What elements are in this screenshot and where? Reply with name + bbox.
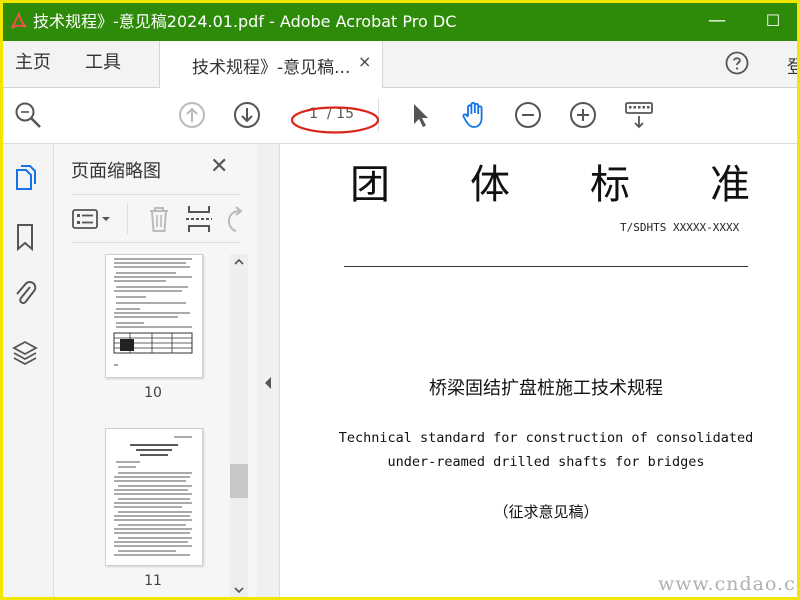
header-rule xyxy=(344,266,748,267)
thumbnail-options-icon[interactable] xyxy=(71,202,115,236)
panel-close-button[interactable]: ✕ xyxy=(210,154,228,179)
zoom-search-icon[interactable] xyxy=(13,100,43,130)
attachment-icon[interactable] xyxy=(12,278,38,308)
title-bar: 技术规程》-意见稿2024.01.pdf - Adobe Acrobat Pro… xyxy=(3,3,797,41)
page-thumbnail-content xyxy=(114,436,192,556)
next-page-icon[interactable] xyxy=(232,100,262,130)
thumbnails-panel: 页面缩略图 ✕ 10 11 xyxy=(54,144,258,597)
scroll-up-icon[interactable] xyxy=(233,256,245,268)
page-thumbnail-10[interactable] xyxy=(105,254,203,378)
heading-char: 体 xyxy=(470,162,510,208)
panel-tools-divider xyxy=(127,204,128,234)
window-frame: 技术规程》-意见稿2024.01.pdf - Adobe Acrobat Pro… xyxy=(0,0,800,600)
document-tab[interactable]: 技术规程》-意见稿... × xyxy=(159,41,383,88)
previous-page-icon[interactable] xyxy=(177,100,207,130)
heading-char: 标 xyxy=(590,162,630,208)
collapse-arrow-icon[interactable] xyxy=(263,376,273,390)
maximize-button[interactable]: ☐ xyxy=(761,11,785,33)
thumbnail-page-number: 10 xyxy=(144,385,162,401)
tab-close-button[interactable]: × xyxy=(358,52,371,71)
annotation-ellipse xyxy=(290,106,380,134)
scrollbar-thumb[interactable] xyxy=(230,464,248,498)
bookmark-icon[interactable] xyxy=(12,222,38,252)
document-tab-label: 技术规程》-意见稿... xyxy=(192,58,351,78)
panel-title: 页面缩略图 xyxy=(71,161,161,182)
sign-in-link[interactable]: 登 xyxy=(787,53,797,79)
rotate-page-icon[interactable] xyxy=(224,202,244,236)
main-toolbar: / 15 xyxy=(3,88,797,144)
heading-char: 准 xyxy=(710,162,750,208)
acrobat-pdf-icon xyxy=(11,12,27,29)
heading-char: 团 xyxy=(350,162,390,208)
menu-home[interactable]: 主页 xyxy=(15,52,51,74)
split-page-icon[interactable] xyxy=(184,202,214,236)
delete-page-icon[interactable] xyxy=(142,202,176,236)
minimize-button[interactable]: — xyxy=(705,11,729,33)
scroll-down-icon[interactable] xyxy=(233,584,245,596)
panel-divider xyxy=(71,194,241,195)
document-title-chinese: 桥梁固结扩盘桩施工技术规程 xyxy=(429,378,663,399)
standard-code: T/SDHTS XXXXX-XXXX xyxy=(620,221,740,234)
help-icon[interactable] xyxy=(725,51,749,75)
document-title-english-line2: under-reamed drilled shafts for bridges xyxy=(387,454,705,470)
navigation-rail xyxy=(3,144,54,597)
page-thumbnails-icon[interactable] xyxy=(12,164,38,194)
thumbnails-scrollbar[interactable] xyxy=(230,254,248,597)
document-title-english-line1: Technical standard for construction of c… xyxy=(338,430,754,446)
document-viewport[interactable]: 团 体 标 准 T/SDHTS XXXXX-XXXX 桥梁固结扩盘桩施工技术规程… xyxy=(280,144,797,597)
thumbnail-page-number: 11 xyxy=(144,573,162,589)
draft-label: （征求意见稿） xyxy=(493,503,599,521)
tab-bar: 主页 工具 技术规程》-意见稿... × 登 xyxy=(3,41,797,88)
zoom-out-icon[interactable] xyxy=(513,100,543,130)
page-thumbnail-content xyxy=(113,258,193,366)
panel-collapse-splitter[interactable] xyxy=(257,144,280,597)
layers-icon[interactable] xyxy=(12,338,38,368)
keyboard-download-icon[interactable] xyxy=(623,100,655,130)
panel-tools-bottom-divider xyxy=(71,242,241,243)
page-thumbnail-11[interactable] xyxy=(105,428,203,566)
window-title: 技术规程》-意见稿2024.01.pdf - Adobe Acrobat Pro… xyxy=(33,12,457,31)
menu-tools[interactable]: 工具 xyxy=(85,52,121,74)
document-heading: 团 体 标 准 xyxy=(350,152,750,210)
hand-tool-icon[interactable] xyxy=(459,100,489,130)
select-cursor-icon[interactable] xyxy=(405,100,435,130)
zoom-in-icon[interactable] xyxy=(568,100,598,130)
site-watermark: www.cndao.com xyxy=(658,573,797,595)
